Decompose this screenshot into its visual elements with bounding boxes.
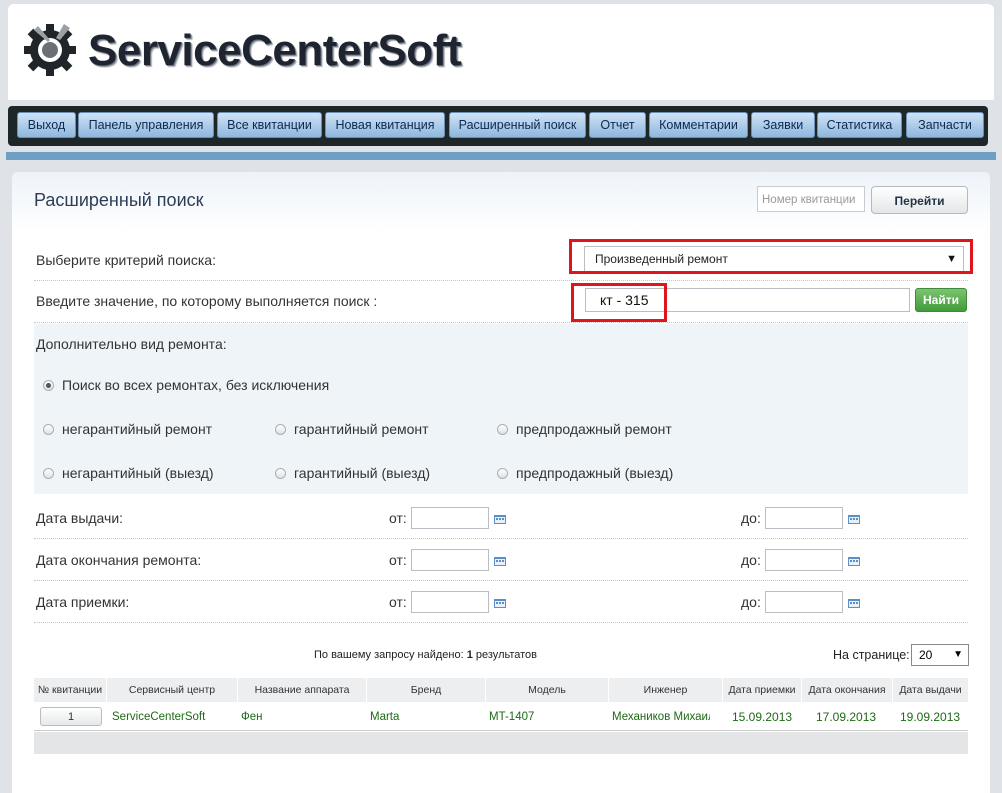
radio-warranty-label: гарантийный ремонт (294, 421, 429, 437)
cell-model: MT-1407 (489, 711, 535, 723)
title-bar: Расширенный поиск Номер квитанции Перейт… (12, 172, 990, 232)
date-receive-to-input[interactable] (765, 591, 843, 613)
nav-comments[interactable]: Комментарии (649, 112, 748, 138)
table-footer (34, 732, 968, 754)
radio-warranty-visit-label: гарантийный (выезд) (294, 465, 431, 481)
col-date-finished[interactable]: Дата окончания (802, 678, 893, 702)
radio-warranty[interactable] (275, 424, 286, 435)
page-title: Расширенный поиск (34, 190, 204, 210)
col-date-received[interactable]: Дата приемки (723, 678, 802, 702)
nav-logout[interactable]: Выход (17, 112, 76, 138)
cell-device: Фен (241, 711, 263, 723)
value-label: Введите значение, по которому выполняетс… (36, 293, 378, 309)
table-row: 1 ServiceCenterSoft Фен Marta MT-1407 Ме… (34, 704, 968, 731)
date-issue-from-label: от: (389, 510, 407, 526)
radio-nonwarranty[interactable] (43, 424, 54, 435)
results-prefix: По вашему запросу найдено: (314, 649, 464, 661)
criterion-label: Выберите критерий поиска: (36, 252, 216, 268)
radio-presale-label: предпродажный ремонт (516, 421, 672, 437)
radio-presale-visit-label: предпродажный (выезд) (516, 465, 674, 481)
col-receipt-number[interactable]: № квитанции (34, 678, 107, 702)
radio-nonwarranty-visit-label: негарантийный (выезд) (62, 465, 214, 481)
cell-date-received: 15.09.2013 (732, 710, 793, 724)
radio-all-repairs-label: Поиск во всех ремонтах, без исключения (62, 377, 330, 393)
col-service-center[interactable]: Сервисный центр (107, 678, 238, 702)
date-issue-row: Дата выдачи: от: до: (34, 496, 968, 539)
receipt-number-input[interactable]: Номер квитанции (757, 186, 865, 212)
nav-control-panel[interactable]: Панель управления (78, 112, 214, 138)
highlight-value (571, 283, 667, 322)
cell-engineer: Механиков Михаил (612, 711, 710, 723)
nav-advanced-search[interactable]: Расширенный поиск (449, 112, 586, 138)
results-table-header: № квитанции Сервисный центр Название апп… (34, 678, 968, 702)
radio-nonwarranty-visit[interactable] (43, 468, 54, 479)
go-button[interactable]: Перейти (871, 186, 968, 214)
date-receive-row: Дата приемки: от: до: (34, 580, 968, 623)
highlight-criterion (569, 239, 973, 274)
results-count: 1 (466, 649, 473, 661)
radio-warranty-visit[interactable] (275, 468, 286, 479)
col-date-issued[interactable]: Дата выдачи (893, 678, 968, 702)
calendar-icon[interactable] (494, 514, 506, 524)
calendar-icon[interactable] (494, 556, 506, 566)
radio-presale-visit[interactable] (497, 468, 508, 479)
date-issue-to-label: до: (741, 510, 761, 526)
date-receive-label: Дата приемки: (36, 594, 130, 610)
radio-all-repairs[interactable] (43, 380, 54, 391)
receipt-number-button[interactable]: 1 (40, 707, 102, 726)
repair-type-block: Дополнительно вид ремонта: Поиск во всех… (34, 324, 968, 494)
date-finish-from-label: от: (389, 552, 407, 568)
header: ServiceCenterSoft (8, 4, 994, 100)
date-finish-to-label: до: (741, 552, 761, 568)
per-page-select[interactable]: 20 ▼ (911, 644, 969, 666)
col-device-name[interactable]: Название аппарата (238, 678, 367, 702)
date-issue-label: Дата выдачи: (36, 510, 124, 526)
gear-tools-icon (24, 24, 76, 76)
calendar-icon[interactable] (848, 514, 860, 524)
date-finish-to-input[interactable] (765, 549, 843, 571)
find-button[interactable]: Найти (915, 288, 967, 312)
cell-date-finished: 17.09.2013 (816, 710, 877, 724)
repair-type-label: Дополнительно вид ремонта: (36, 336, 227, 352)
date-issue-from-input[interactable] (411, 507, 489, 529)
cell-service-center: ServiceCenterSoft (112, 711, 206, 723)
main-content: Расширенный поиск Номер квитанции Перейт… (12, 172, 990, 793)
nav-statistics[interactable]: Статистика (817, 112, 902, 138)
radio-nonwarranty-label: негарантийный ремонт (62, 421, 213, 437)
logo-text: ServiceCenterSoft (88, 26, 461, 75)
dropdown-arrow-icon: ▼ (953, 649, 963, 660)
date-issue-to-input[interactable] (765, 507, 843, 529)
nav-requests[interactable]: Заявки (751, 112, 815, 138)
calendar-icon[interactable] (494, 598, 506, 608)
col-engineer[interactable]: Инженер (609, 678, 723, 702)
date-finish-label: Дата окончания ремонта: (36, 552, 202, 568)
date-finish-row: Дата окончания ремонта: от: до: (34, 538, 968, 581)
date-receive-from-input[interactable] (411, 591, 489, 613)
results-suffix: результатов (475, 649, 538, 661)
calendar-icon[interactable] (848, 556, 860, 566)
col-brand[interactable]: Бренд (367, 678, 486, 702)
cell-brand: Marta (370, 711, 400, 723)
calendar-icon[interactable] (848, 598, 860, 608)
per-page-label: На странице: (833, 648, 910, 662)
date-receive-from-label: от: (389, 594, 407, 610)
col-model[interactable]: Модель (486, 678, 609, 702)
results-summary: По вашему запросу найдено: 1 результатов (314, 649, 537, 661)
date-receive-to-label: до: (741, 594, 761, 610)
nav-all-receipts[interactable]: Все квитанции (217, 112, 322, 138)
radio-presale[interactable] (497, 424, 508, 435)
nav-divider (6, 152, 996, 160)
nav-report[interactable]: Отчет (589, 112, 646, 138)
nav-new-receipt[interactable]: Новая квитанция (325, 112, 445, 138)
per-page-value: 20 (919, 648, 933, 662)
cell-date-issued: 19.09.2013 (900, 710, 961, 724)
nav-parts[interactable]: Запчасти (906, 112, 984, 138)
page-background: ServiceCenterSoft Выход Панель управлени… (0, 0, 1002, 793)
date-finish-from-input[interactable] (411, 549, 489, 571)
